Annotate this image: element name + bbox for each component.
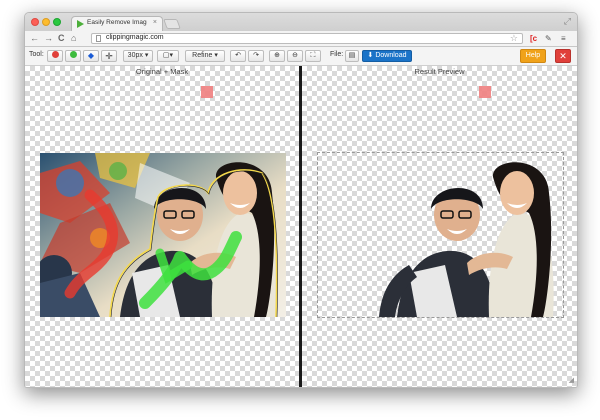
menu-icon[interactable]: ≡ xyxy=(561,33,566,44)
original-photo xyxy=(40,153,286,317)
result-preview-pane[interactable]: Result Preview ◢ xyxy=(302,66,577,387)
pan-tool-button[interactable]: ✛ xyxy=(101,50,117,62)
reload-button[interactable]: C xyxy=(58,33,65,44)
new-tab-button[interactable] xyxy=(163,19,181,29)
help-button[interactable]: Help xyxy=(520,49,546,63)
url-text: clippingmagic.com xyxy=(106,34,164,41)
tab-close-icon[interactable]: × xyxy=(153,19,157,26)
pane-title-original: Original + Mask xyxy=(135,67,189,76)
refine-select[interactable]: Refine ▾ xyxy=(185,50,225,62)
zoom-out-icon: ⊖ xyxy=(292,52,298,59)
resize-grip-icon[interactable]: ◢ xyxy=(569,376,574,384)
forward-button[interactable]: → xyxy=(44,33,53,44)
brush-size-value: 30px xyxy=(127,52,143,59)
app-toolbar: Tool: ◆ ✛ 30px ▾ ▢▾ Refine ▾ ↶ ↷ ⊕ ⊖ ⛶ F… xyxy=(25,47,577,66)
download-button[interactable]: ⬇ Download xyxy=(362,50,412,62)
brush-size-select[interactable]: 30px ▾ xyxy=(123,50,153,62)
download-label: Download xyxy=(375,52,407,59)
redo-icon: ↷ xyxy=(253,52,259,59)
keep-tool-button[interactable] xyxy=(65,50,81,62)
download-icon: ⬇ xyxy=(367,52,374,59)
back-button[interactable]: ← xyxy=(30,33,39,44)
zoom-in-icon: ⊕ xyxy=(274,52,280,59)
page-icon xyxy=(96,35,101,42)
undo-button[interactable]: ↶ xyxy=(230,50,246,62)
remove-mark-swatch xyxy=(201,86,213,98)
remove-mark-swatch xyxy=(479,86,491,98)
background-swatch-icon: ▢ xyxy=(162,52,170,59)
close-editor-button[interactable]: ✕ xyxy=(555,49,571,63)
tool-label: Tool: xyxy=(29,51,44,58)
favicon-icon xyxy=(77,20,84,28)
move-icon: ✛ xyxy=(105,51,113,61)
bookmark-star-icon[interactable]: ☆ xyxy=(510,33,518,44)
pane-title-result: Result Preview xyxy=(414,67,465,76)
chevron-down-icon: ▾ xyxy=(214,52,218,59)
save-icon: ▤ xyxy=(348,52,356,59)
wrench-icon[interactable]: ✎ xyxy=(545,33,552,44)
zoom-out-button[interactable]: ⊖ xyxy=(287,50,303,62)
window-maximize-button[interactable] xyxy=(53,18,61,26)
result-cutout xyxy=(379,162,554,317)
background-select[interactable]: ▢▾ xyxy=(157,50,179,62)
keep-marker-icon xyxy=(69,51,77,59)
chevron-down-icon: ▾ xyxy=(144,52,149,59)
redo-button[interactable]: ↷ xyxy=(248,50,264,62)
fullscreen-icon[interactable]: ⤢ xyxy=(564,16,571,27)
scalpel-icon: ◆ xyxy=(87,51,95,60)
window-close-button[interactable] xyxy=(31,18,39,26)
browser-window: Easily Remove Image Backg × ⤢ ← → C ⌂ cl… xyxy=(24,12,578,388)
remove-tool-button[interactable] xyxy=(47,50,63,62)
zoom-in-button[interactable]: ⊕ xyxy=(269,50,285,62)
refine-label: Refine xyxy=(192,52,213,59)
hair-tool-button[interactable]: ◆ xyxy=(83,50,99,62)
tab-strip: Easily Remove Image Backg × ⤢ xyxy=(25,13,577,31)
workspace: Original + Mask Result Preview ◢ xyxy=(25,66,577,387)
save-button[interactable]: ▤ xyxy=(345,50,359,62)
original-mask-pane[interactable]: Original + Mask xyxy=(25,66,299,387)
home-button[interactable]: ⌂ xyxy=(71,33,76,44)
browser-tab[interactable]: Easily Remove Image Backg × xyxy=(71,16,163,31)
file-label: File: xyxy=(330,51,344,58)
address-bar-row: ← → C ⌂ clippingmagic.com ☆ [c ✎ ≡ xyxy=(25,31,577,47)
url-bar[interactable]: clippingmagic.com ☆ xyxy=(91,33,523,44)
remove-marker-icon xyxy=(51,51,59,59)
tab-title: Easily Remove Image Backg xyxy=(87,19,147,26)
extension-icon[interactable]: [c xyxy=(530,33,537,44)
window-minimize-button[interactable] xyxy=(42,18,50,26)
fit-view-button[interactable]: ⛶ xyxy=(305,50,321,62)
undo-icon: ↶ xyxy=(235,52,241,59)
fit-icon: ⛶ xyxy=(310,52,316,59)
chevron-down-icon: ▾ xyxy=(169,52,174,59)
